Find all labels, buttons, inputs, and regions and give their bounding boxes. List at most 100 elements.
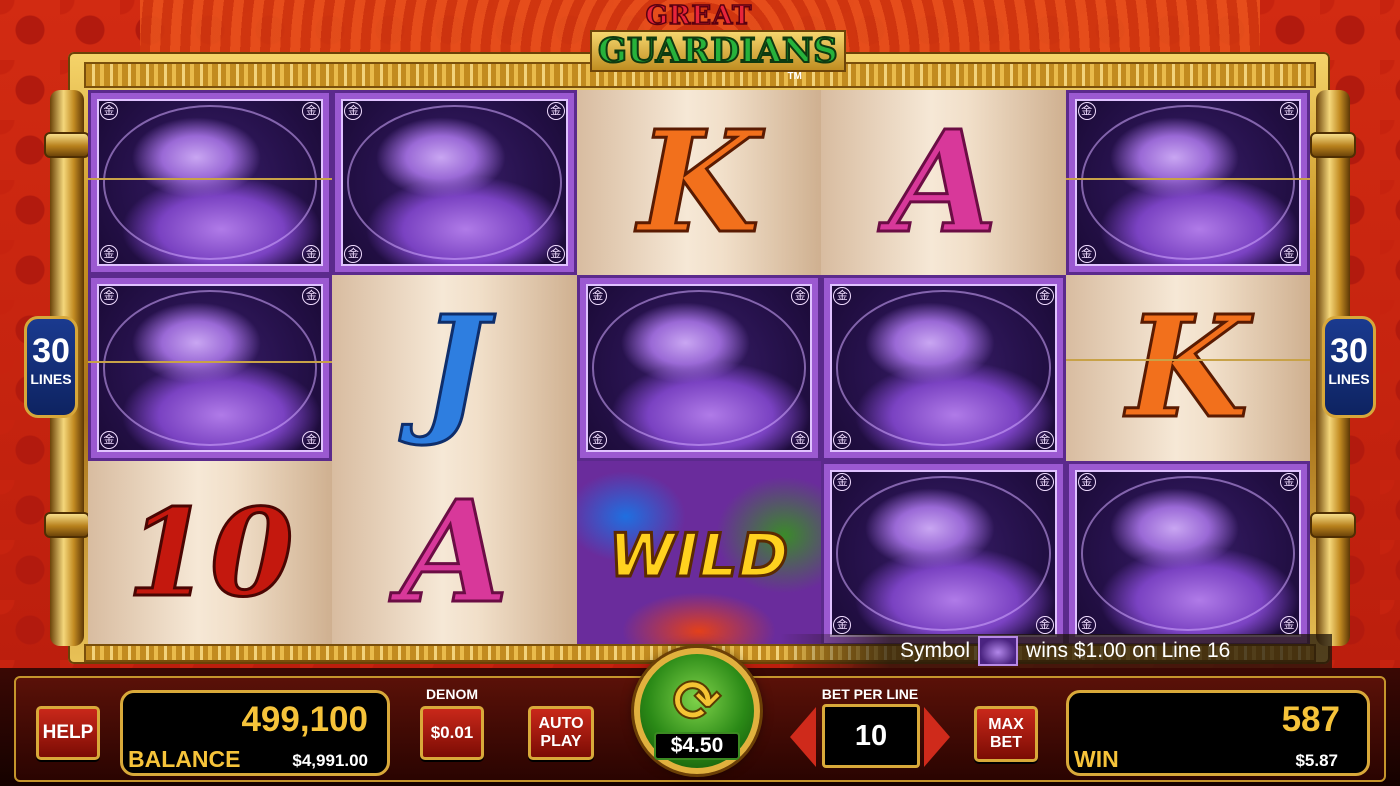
corner-glyph: 金 (791, 430, 810, 449)
denom-label: DENOM (425, 686, 479, 702)
tiger-icon (978, 636, 1019, 666)
ten-symbol: 10 (125, 481, 295, 625)
k-symbol: K (637, 99, 762, 266)
tiger-symbol: 金 金 金 金 (91, 278, 330, 458)
bet-decrease-arrow-icon[interactable] (790, 707, 816, 767)
balance-cash: $4,991.00 (292, 751, 368, 770)
reel-1-row-1-tiger: 金 金 金 金 (88, 90, 333, 276)
logo-line-great: GREAT (645, 1, 753, 31)
corner-glyph: 金 (1279, 615, 1298, 634)
spin-bet-amount: $4.50 (654, 732, 740, 760)
win-message: Symbol wins $1.00 on Line 16 (780, 634, 1332, 668)
bet-per-line-value: 10 (854, 719, 888, 752)
corner-glyph: 金 (1077, 102, 1096, 120)
pillar-knob (1310, 512, 1356, 538)
reel-1-row-3-ten: 10 (88, 460, 333, 646)
win-message-text: wins $1.00 on Line 16 (1026, 639, 1231, 662)
corner-glyph: 金 (1279, 472, 1298, 491)
corner-glyph: 金 (1077, 472, 1096, 491)
corner-glyph: 金 (344, 102, 363, 120)
tiger-symbol: 金 金 金 金 (579, 278, 819, 458)
tiger-symbol: 金 金 金 金 (824, 463, 1063, 643)
reel-5-row-2-k: K (1065, 275, 1310, 461)
lines-label: LINES (30, 371, 72, 387)
lines-count: 30 (1330, 332, 1368, 370)
tiger-symbol: 金 金 金 金 (335, 93, 574, 273)
reel-4-row-2-tiger: 金 金 金 金 (821, 275, 1066, 461)
corner-glyph: 金 (1279, 245, 1298, 264)
lines-badge-left: 30 LINES (24, 316, 78, 418)
corner-glyph: 金 (1035, 472, 1054, 491)
corner-glyph: 金 (1035, 615, 1054, 634)
corner-glyph: 金 (302, 102, 321, 120)
corner-glyph: 金 (100, 102, 118, 120)
reel-2-row-2-j: J (332, 275, 577, 461)
corner-glyph: 金 (1035, 287, 1054, 306)
tiger-symbol: 金 金 金 金 (824, 278, 1063, 458)
corner-glyph: 金 (833, 472, 852, 491)
corner-glyph: 金 (1035, 430, 1054, 449)
bet-per-line-label: BET PER LINE (821, 686, 919, 702)
tiger-symbol: 金 金 金 金 (1068, 93, 1307, 273)
corner-glyph: 金 (100, 430, 118, 449)
balance-label: BALANCE (128, 746, 241, 772)
lines-label: LINES (1328, 371, 1370, 387)
corner-glyph: 金 (302, 430, 321, 449)
bet-increase-arrow-icon[interactable] (924, 707, 950, 767)
corner-glyph: 金 (546, 245, 565, 264)
tiger-symbol: 金 金 金 金 (1068, 463, 1307, 643)
corner-glyph: 金 (1279, 102, 1298, 120)
reel-1-row-2-tiger: 金 金 金 金 (88, 275, 333, 461)
win-cash: $5.87 (1295, 751, 1338, 770)
refresh-icon: ⟳ (672, 667, 723, 735)
reel-5-row-3-tiger: 金 金 金 金 (1065, 460, 1310, 646)
pillar-knob (44, 512, 90, 538)
wild-label: WILD (607, 519, 790, 592)
corner-glyph: 金 (302, 245, 321, 264)
reel-4-row-3-tiger: 金 金 金 金 (821, 460, 1066, 646)
k-symbol: K (1125, 284, 1250, 451)
win-label: WIN (1074, 746, 1119, 772)
help-button[interactable]: HELP (36, 706, 100, 760)
logo-line-guardians: GUARDIANS (590, 30, 846, 72)
win-credits: 587 (1281, 700, 1340, 739)
a-symbol: A (399, 470, 511, 637)
corner-glyph: 金 (344, 245, 363, 264)
reel-3-row-2-tiger: 金 金 金 金 (576, 275, 822, 461)
corner-glyph: 金 (833, 287, 852, 306)
corner-glyph: 金 (588, 287, 607, 306)
pillar-knob (44, 132, 90, 158)
corner-glyph: 金 (588, 430, 607, 449)
trademark-mark: TM (787, 71, 802, 82)
reel-5-row-1-tiger: 金 金 金 金 (1065, 90, 1310, 276)
game-logo: GREAT GUARDIANS TM (590, 1, 846, 82)
reel-3-row-1-k: K (576, 90, 822, 276)
bet-per-line-display: 10 (822, 704, 920, 768)
wild-symbol: WILD (576, 460, 822, 646)
spin-button[interactable]: ⟳ $4.50 (634, 648, 760, 774)
reel-grid: 金 金 金 金 金 金 金 金 K A 金 金 金 金 金 金 金 金 J 金 … (88, 90, 1310, 646)
balance-credits: 499,100 (241, 700, 368, 739)
win-message-prefix: Symbol (900, 639, 971, 662)
reel-split-line (1065, 359, 1310, 362)
auto-play-button[interactable]: AUTO PLAY (528, 706, 594, 760)
pillar-knob (1310, 132, 1356, 158)
corner-glyph: 金 (302, 287, 321, 306)
corner-glyph: 金 (100, 245, 118, 264)
lines-count: 30 (32, 332, 70, 370)
reel-2-row-3-a: A (332, 460, 577, 646)
corner-glyph: 金 (1077, 615, 1096, 634)
lines-badge-right: 30 LINES (1322, 316, 1376, 418)
denom-button[interactable]: $0.01 (420, 706, 484, 760)
corner-glyph: 金 (100, 287, 118, 306)
reel-2-row-1-tiger: 金 金 金 金 (332, 90, 577, 276)
reel-split-line (88, 361, 333, 364)
reel-4-row-1-a: A (821, 90, 1066, 276)
corner-glyph: 金 (546, 102, 565, 120)
reel-split-line (1065, 178, 1310, 180)
corner-glyph: 金 (791, 287, 810, 306)
corner-glyph: 金 (833, 615, 852, 634)
max-bet-button[interactable]: MAX BET (974, 706, 1038, 762)
corner-glyph: 金 (1077, 245, 1096, 264)
reel-3-row-3-wild: WILD (576, 460, 822, 646)
